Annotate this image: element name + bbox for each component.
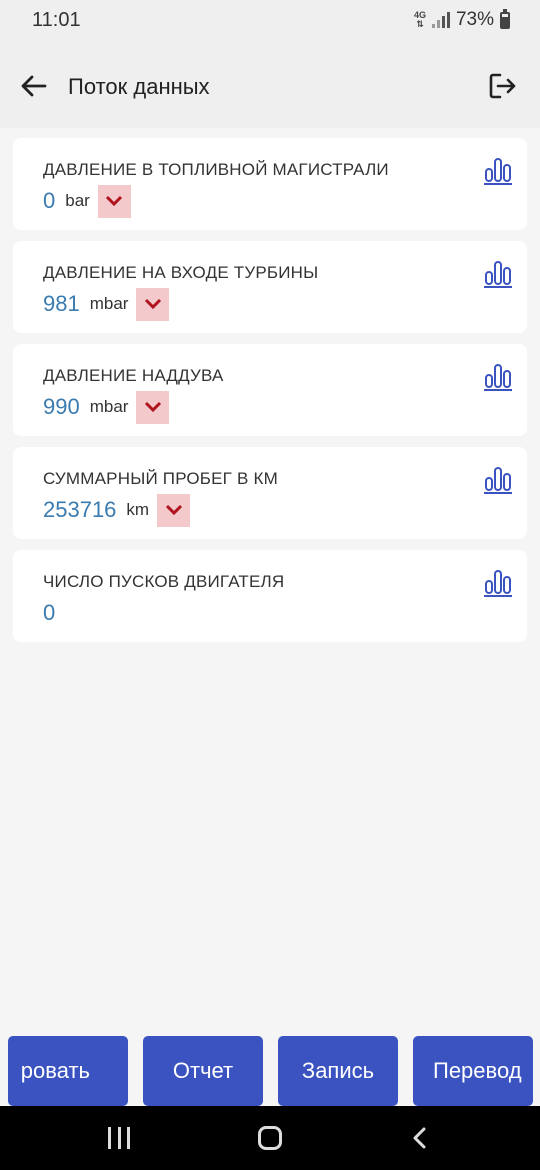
home-icon[interactable] — [258, 1126, 282, 1150]
arrow-left-icon — [21, 75, 47, 97]
param-card: СУММАРНЫЙ ПРОБЕГ В КМ 253716 km — [13, 447, 527, 539]
network-type: 4G ⇅ — [413, 10, 426, 29]
bottom-action-bar: ровать Отчет Запись Перевод — [0, 1036, 540, 1106]
unit-dropdown-button[interactable] — [157, 493, 191, 527]
param-value: 0 — [43, 600, 56, 625]
bar-chart-icon — [484, 364, 512, 391]
chart-button[interactable] — [483, 257, 513, 289]
battery-icon — [500, 8, 510, 29]
bar-chart-icon — [484, 261, 512, 288]
chevron-down-icon — [144, 298, 162, 310]
back-button[interactable] — [18, 70, 50, 102]
param-value: 990 — [43, 394, 80, 419]
translate-button[interactable]: Перевод — [413, 1036, 533, 1106]
bar-chart-icon — [484, 467, 512, 494]
report-button[interactable]: Отчет — [143, 1036, 263, 1106]
chart-button[interactable] — [483, 463, 513, 495]
signal-icon — [431, 12, 450, 28]
bar-chart-icon — [484, 570, 512, 597]
param-label: ЧИСЛО ПУСКОВ ДВИГАТЕЛЯ — [43, 572, 285, 591]
param-card: ДАВЛЕНИЕ НАДДУВА 990 mbar — [13, 344, 527, 436]
app-bar: Поток данных — [0, 44, 540, 128]
bar-chart-icon — [484, 158, 512, 185]
param-card: ДАВЛЕНИЕ В ТОПЛИВНОЙ МАГИСТРАЛИ 0 bar — [13, 138, 527, 230]
logout-icon — [489, 73, 516, 99]
param-value: 981 — [43, 291, 80, 316]
page-title: Поток данных — [68, 74, 210, 99]
system-nav-bar — [0, 1106, 540, 1170]
battery-percent: 73% — [455, 9, 494, 30]
param-value: 0 — [43, 188, 56, 213]
chevron-down-icon — [106, 195, 123, 207]
param-label: СУММАРНЫЙ ПРОБЕГ В КМ — [43, 469, 278, 488]
unit-dropdown-button[interactable] — [136, 390, 170, 424]
param-label: ДАВЛЕНИЕ В ТОПЛИВНОЙ МАГИСТРАЛИ — [43, 160, 389, 179]
param-card: ДАВЛЕНИЕ НА ВХОДЕ ТУРБИНЫ 981 mbar — [13, 241, 527, 333]
param-unit: mbar — [89, 397, 129, 416]
param-label: ДАВЛЕНИЕ НА ВХОДЕ ТУРБИНЫ — [43, 263, 319, 282]
chart-button[interactable] — [483, 154, 513, 186]
chart-button[interactable] — [483, 360, 513, 392]
unit-dropdown-button[interactable] — [97, 184, 131, 218]
status-bar: 11:01 4G ⇅ 73% — [0, 0, 540, 44]
chevron-down-icon — [144, 401, 162, 413]
param-unit: mbar — [89, 294, 129, 313]
nav-back-icon[interactable] — [408, 1126, 432, 1150]
recents-icon[interactable] — [108, 1127, 130, 1149]
param-value: 253716 — [43, 497, 117, 522]
param-label: ДАВЛЕНИЕ НАДДУВА — [43, 366, 224, 385]
exit-button[interactable] — [486, 70, 518, 102]
record-button[interactable]: Запись — [278, 1036, 398, 1106]
param-card: ЧИСЛО ПУСКОВ ДВИГАТЕЛЯ 0 — [13, 550, 527, 642]
param-unit: bar — [65, 191, 90, 210]
copy-button[interactable]: ровать — [8, 1036, 128, 1106]
status-icons: 4G ⇅ 73% — [413, 8, 510, 31]
chart-button[interactable] — [483, 566, 513, 598]
unit-dropdown-button[interactable] — [136, 287, 170, 321]
param-unit: km — [126, 500, 150, 519]
param-list: ДАВЛЕНИЕ В ТОПЛИВНОЙ МАГИСТРАЛИ 0 bar ДА… — [13, 138, 527, 653]
status-time: 11:01 — [32, 9, 81, 31]
chevron-down-icon — [165, 504, 182, 516]
